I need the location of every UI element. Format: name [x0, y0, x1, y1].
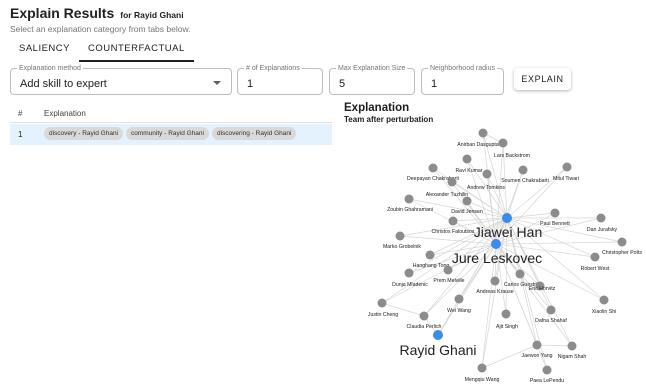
graph-node-label: Alexander Tuzhilin: [426, 192, 469, 198]
graph-node[interactable]: [562, 162, 572, 172]
graph-node[interactable]: [502, 213, 512, 223]
graph-node-label: Zoubin Ghahramani: [387, 207, 433, 213]
graph-node[interactable]: [428, 163, 438, 173]
graph-node[interactable]: [478, 128, 488, 138]
graph-node[interactable]: [433, 330, 443, 340]
graph-node-label: Dan Jurafsky: [587, 227, 618, 233]
graph-node-label: Xiaolin Shi: [592, 309, 617, 315]
graph-node-label: Robert West: [581, 266, 610, 272]
graph-node-label: Christos Faloutsos: [432, 229, 475, 235]
graph-node[interactable]: [617, 237, 627, 247]
graph-node[interactable]: [448, 216, 458, 226]
graph-node-label: Hanghang Tong: [413, 263, 450, 269]
graph-node[interactable]: [550, 208, 560, 218]
graph-node-label: Jiawei Han: [474, 224, 542, 240]
graph-edge: [495, 241, 623, 245]
graph-node-label: Rayid Ghani: [399, 342, 476, 358]
graph-node[interactable]: [596, 213, 606, 223]
graph-node-label: Christopher Potts: [602, 250, 642, 256]
team-graph: Anirban Dasgupta Lars Backstrom Ravi Kumar…: [368, 128, 642, 384]
graph-node-label: Dafna Shahaf: [535, 318, 567, 324]
graph-node[interactable]: [419, 311, 429, 321]
graph-node[interactable]: [590, 252, 600, 262]
graph-node[interactable]: [482, 169, 492, 179]
graph-node[interactable]: [498, 138, 508, 148]
graph-node-label: Soumen Chakrabarti: [501, 178, 549, 184]
graph-node-label: Anirban Dasgupta: [457, 142, 499, 148]
graph-node[interactable]: [425, 250, 435, 260]
graph-node-label: Prem Melville: [433, 278, 464, 284]
graph-node-label: Eric Horvitz: [529, 286, 556, 292]
graph-node[interactable]: [443, 265, 453, 275]
graph-node[interactable]: [518, 165, 528, 175]
graph-node-label: Mitul Tiwari: [553, 176, 579, 182]
graph-node[interactable]: [477, 363, 487, 373]
graph-node[interactable]: [599, 295, 609, 305]
graph-node[interactable]: [567, 341, 577, 351]
graph-edge: [536, 344, 573, 347]
graph-node-label: Paul Bennett: [540, 221, 570, 227]
graph-node[interactable]: [447, 177, 457, 187]
graph-node[interactable]: [542, 365, 552, 375]
graph-node-label: Paea LePendu: [530, 378, 564, 384]
graph-node-label: Nigam Shah: [558, 354, 587, 360]
graph-node-label: Jaewon Yang: [522, 353, 553, 359]
graph-node[interactable]: [462, 154, 472, 164]
graph-node[interactable]: [377, 298, 387, 308]
graph-node-label: Dunja Mladenic: [392, 282, 428, 288]
graph-node[interactable]: [395, 231, 405, 241]
graph-edge: [506, 212, 556, 219]
graph-node-label: Ravi Kumar: [455, 168, 482, 174]
graph-node[interactable]: [490, 276, 500, 286]
graph-node[interactable]: [546, 305, 556, 315]
graph-node[interactable]: [515, 269, 525, 279]
graph-node-label: Ajit Singh: [496, 324, 518, 330]
graph-node-label: Claudia Perlich: [407, 324, 442, 330]
graph-node-label: Lars Backstrom: [494, 153, 530, 159]
graph-node[interactable]: [501, 309, 511, 319]
graph-node-label: Jure Leskovec: [452, 250, 542, 266]
graph-node-label: Marko Grobelnik: [383, 244, 421, 250]
graph-node[interactable]: [454, 294, 464, 304]
graph-node-label: David Jensen: [451, 209, 483, 215]
graph-node-label: Andrew Tomkins: [467, 185, 505, 191]
graph-node[interactable]: [404, 268, 414, 278]
graph-node-label: Wei Wang: [447, 308, 471, 314]
graph-node-label: Mengqiu Wang: [465, 377, 500, 383]
graph-node[interactable]: [491, 239, 501, 249]
graph-node[interactable]: [462, 196, 472, 206]
graph-node[interactable]: [404, 194, 414, 204]
graph-node-label: Andreas Krause: [476, 289, 513, 295]
graph-node[interactable]: [532, 340, 542, 350]
graph-node-label: Justin Cheng: [368, 312, 398, 318]
